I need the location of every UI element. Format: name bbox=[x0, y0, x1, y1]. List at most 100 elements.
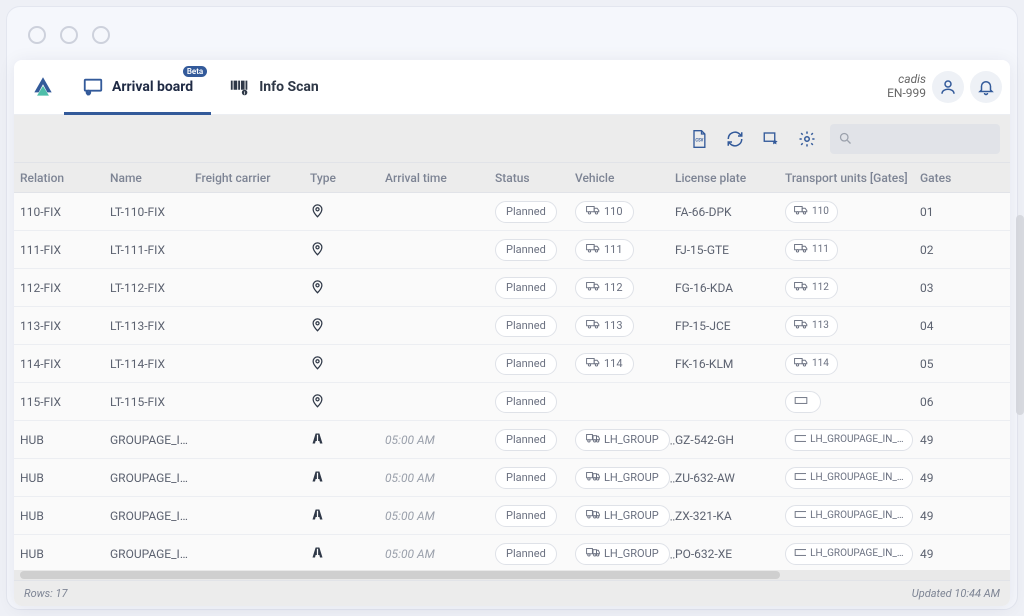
cell-type bbox=[310, 241, 385, 259]
cell-transport-units: 110 bbox=[785, 201, 920, 223]
cell-status: Planned bbox=[495, 353, 575, 375]
cell-type bbox=[310, 545, 385, 563]
cell-plate: FA-66-DPK bbox=[675, 205, 785, 219]
vehicle-badge[interactable]: LH_GROUP bbox=[575, 467, 670, 489]
table-row[interactable]: 114-FIXLT-114-FIXPlanned114FK-16-KLM1140… bbox=[14, 345, 1010, 383]
notifications-button[interactable] bbox=[970, 71, 1002, 103]
vehicle-badge[interactable]: 112 bbox=[575, 277, 634, 299]
column-header[interactable]: Status bbox=[495, 171, 575, 185]
vehicle-badge[interactable]: 113 bbox=[575, 315, 634, 337]
cell-name: LT-112-FIX bbox=[110, 281, 195, 295]
cell-gate: 49 bbox=[920, 433, 980, 447]
cell-gate: 04 bbox=[920, 319, 980, 333]
vehicle-badge[interactable]: LH_GROUP bbox=[575, 505, 670, 527]
search-input[interactable] bbox=[830, 124, 1000, 154]
vehicle-badge[interactable]: LH_GROUP bbox=[575, 543, 670, 565]
transport-unit-badge[interactable]: 112 bbox=[785, 277, 838, 299]
column-header[interactable]: License plate bbox=[675, 171, 785, 185]
vehicle-badge[interactable]: 110 bbox=[575, 201, 634, 223]
table-row[interactable]: 112-FIXLT-112-FIXPlanned112FG-16-KDA1120… bbox=[14, 269, 1010, 307]
transport-unit-badge[interactable]: LH_GROUPAGE_IN_3_V2 bbox=[785, 505, 913, 527]
vehicle-badge[interactable]: LH_GROUP bbox=[575, 429, 670, 451]
traffic-light-icon bbox=[60, 26, 78, 44]
cell-type bbox=[310, 393, 385, 411]
tab-info-scan[interactable]: i Info Scan bbox=[211, 60, 337, 114]
transport-unit-badge[interactable]: 111 bbox=[785, 239, 838, 261]
favorites-button[interactable] bbox=[758, 126, 784, 152]
unit-icon bbox=[794, 395, 808, 409]
unit-icon bbox=[794, 547, 806, 561]
cell-plate: FJ-15-GTE bbox=[675, 243, 785, 257]
cell-vehicle: 114 bbox=[575, 353, 675, 375]
cell-transport-units: LH_GROUPAGE_IN_2_V2 bbox=[785, 467, 920, 489]
cell-relation: 112-FIX bbox=[20, 281, 110, 295]
cell-transport-units: 113 bbox=[785, 315, 920, 337]
highway-icon bbox=[310, 549, 325, 563]
data-grid[interactable]: Relation Name Freight carrier Type Arriv… bbox=[14, 163, 1010, 570]
vertical-scrollbar[interactable] bbox=[1016, 215, 1024, 415]
pin-icon bbox=[310, 397, 325, 411]
cell-arrival-time: 05:00 AM bbox=[385, 433, 495, 447]
table-row[interactable]: 113-FIXLT-113-FIXPlanned113FP-15-JCE1130… bbox=[14, 307, 1010, 345]
cell-transport-units: 111 bbox=[785, 239, 920, 261]
transport-unit-badge[interactable] bbox=[785, 391, 821, 413]
cell-type bbox=[310, 469, 385, 487]
cell-relation: HUB bbox=[20, 433, 110, 447]
column-header[interactable]: Gates bbox=[920, 171, 980, 185]
unit-icon bbox=[794, 242, 808, 257]
header-tabs: i Arrival board Beta i Info Scan bbox=[64, 60, 337, 114]
transport-unit-badge[interactable]: LH_GROUPAGE_IN_4_V2 bbox=[785, 543, 913, 565]
table-row[interactable]: HUBGROUPAGE_IN_05:00 AMPlannedLH_GROUPZU… bbox=[14, 459, 1010, 497]
cell-vehicle: 111 bbox=[575, 239, 675, 261]
cell-status: Planned bbox=[495, 239, 575, 261]
table-row[interactable]: HUBGROUPAGE_IN_05:00 AMPlannedLH_GROUPPO… bbox=[14, 535, 1010, 570]
gear-icon bbox=[798, 130, 816, 148]
csv-file-icon: CSV bbox=[689, 129, 709, 149]
transport-unit-badge[interactable]: LH_GROUPAGE_IN_2_V2 bbox=[785, 467, 913, 489]
export-csv-button[interactable]: CSV bbox=[686, 126, 712, 152]
column-header[interactable]: Type bbox=[310, 171, 385, 185]
highway-icon bbox=[310, 435, 325, 449]
status-badge: Planned bbox=[495, 429, 557, 451]
tab-arrival-board[interactable]: i Arrival board Beta bbox=[64, 60, 211, 114]
tab-label: Arrival board bbox=[112, 79, 193, 95]
transport-unit-badge[interactable]: LH_GROUPAGE_IN_1_V2 bbox=[785, 429, 913, 451]
vehicle-badge[interactable]: 111 bbox=[575, 239, 634, 261]
status-badge: Planned bbox=[495, 201, 557, 223]
transport-unit-badge[interactable]: 113 bbox=[785, 315, 838, 337]
column-header[interactable]: Transport units [Gates] bbox=[785, 171, 920, 185]
vehicle-badge[interactable]: 114 bbox=[575, 353, 634, 375]
column-header[interactable]: Name bbox=[110, 171, 195, 185]
profile-button[interactable] bbox=[932, 71, 964, 103]
column-header[interactable]: Vehicle bbox=[575, 171, 675, 185]
column-header[interactable]: Arrival time bbox=[385, 171, 495, 185]
horizontal-scrollbar[interactable] bbox=[14, 570, 1010, 580]
transport-unit-badge[interactable]: 110 bbox=[785, 201, 838, 223]
transport-unit-badge[interactable]: 114 bbox=[785, 353, 838, 375]
truck-icon bbox=[586, 318, 604, 333]
table-row[interactable]: 115-FIXLT-115-FIXPlanned06 bbox=[14, 383, 1010, 421]
table-row[interactable]: HUBGROUPAGE_IN_05:00 AMPlannedLH_GROUPZX… bbox=[14, 497, 1010, 535]
cell-relation: HUB bbox=[20, 471, 110, 485]
cell-status: Planned bbox=[495, 429, 575, 451]
table-row[interactable]: 110-FIXLT-110-FIXPlanned110FA-66-DPK1100… bbox=[14, 193, 1010, 231]
status-badge: Planned bbox=[495, 353, 557, 375]
cell-vehicle: LH_GROUP bbox=[575, 505, 675, 527]
refresh-icon bbox=[726, 130, 744, 148]
column-header[interactable]: Relation bbox=[20, 171, 110, 185]
cell-gate: 49 bbox=[920, 471, 980, 485]
table-row[interactable]: 111-FIXLT-111-FIXPlanned111FJ-15-GTE1110… bbox=[14, 231, 1010, 269]
cell-vehicle: LH_GROUP bbox=[575, 543, 675, 565]
column-header[interactable]: Freight carrier bbox=[195, 171, 310, 185]
highway-icon bbox=[310, 473, 325, 487]
refresh-button[interactable] bbox=[722, 126, 748, 152]
settings-button[interactable] bbox=[794, 126, 820, 152]
user-name: cadis bbox=[898, 73, 926, 87]
cell-gate: 49 bbox=[920, 547, 980, 561]
cell-type bbox=[310, 507, 385, 525]
cell-name: GROUPAGE_IN_ bbox=[110, 509, 195, 523]
cell-status: Planned bbox=[495, 543, 575, 565]
table-row[interactable]: HUBGROUPAGE_IN_05:00 AMPlannedLH_GROUPGZ… bbox=[14, 421, 1010, 459]
cell-name: GROUPAGE_IN_ bbox=[110, 471, 195, 485]
cell-status: Planned bbox=[495, 467, 575, 489]
